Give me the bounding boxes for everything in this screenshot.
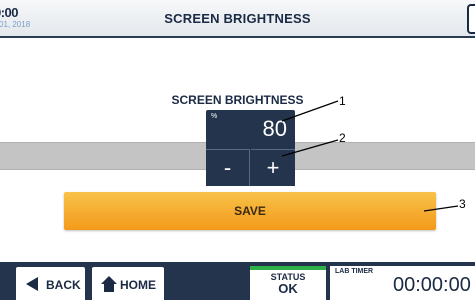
- callout-number-3: 3: [459, 197, 466, 211]
- back-button[interactable]: BACK: [16, 267, 85, 300]
- status-indicator[interactable]: STATUS OK: [250, 266, 326, 300]
- home-label: HOME: [120, 278, 156, 292]
- save-button[interactable]: SAVE: [64, 192, 436, 230]
- status-value: OK: [278, 281, 298, 296]
- header-bar: 0:00 01, 2018 SCREEN BRIGHTNESS: [0, 0, 475, 38]
- callout-number-2: 2: [339, 131, 346, 145]
- brightness-label: SCREEN BRIGHTNESS: [171, 93, 304, 107]
- page-title: SCREEN BRIGHTNESS: [164, 11, 311, 26]
- brightness-control: % 80 - +: [206, 110, 295, 186]
- stepper-buttons: - +: [206, 149, 295, 186]
- decrease-brightness-button[interactable]: -: [206, 149, 250, 186]
- back-arrow-icon: [26, 277, 38, 291]
- header-right-button[interactable]: [467, 4, 475, 34]
- increase-brightness-button[interactable]: +: [251, 149, 295, 186]
- callout-number-1: 1: [339, 94, 346, 108]
- lab-timer[interactable]: LAB TIMER 00:00:00: [330, 266, 475, 300]
- lab-timer-label: LAB TIMER: [335, 268, 374, 275]
- percent-unit: %: [211, 113, 218, 120]
- home-icon: [101, 276, 117, 292]
- footer-bar: BACK HOME STATUS OK LAB TIMER 00:00:00: [0, 262, 475, 300]
- lab-timer-value: 00:00:00: [393, 274, 471, 296]
- home-button[interactable]: HOME: [92, 267, 164, 300]
- brightness-value: 80: [262, 116, 287, 141]
- back-label: BACK: [46, 278, 81, 292]
